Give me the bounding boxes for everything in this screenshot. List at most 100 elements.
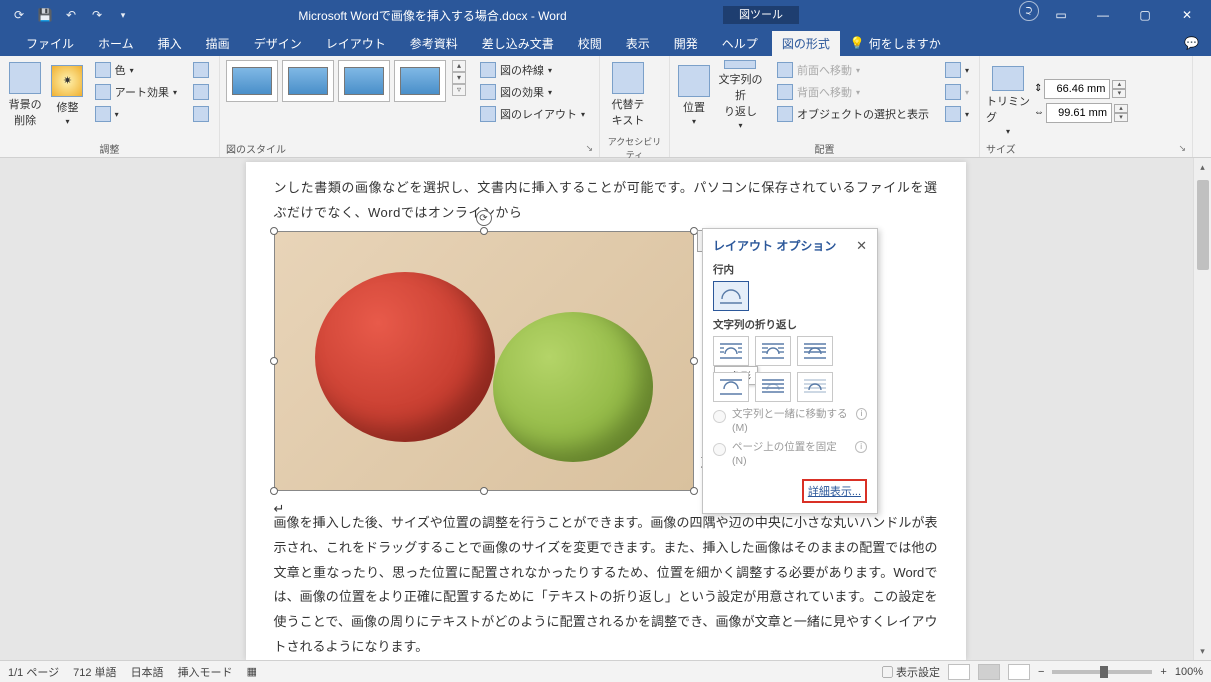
picture-border-button[interactable]: 図の枠線▾ <box>476 60 589 80</box>
read-mode-button[interactable] <box>948 664 970 680</box>
wrap-option-through[interactable] <box>797 336 833 366</box>
artistic-effects-button[interactable]: アート効果▾ <box>91 82 181 102</box>
width-field[interactable] <box>1046 103 1112 123</box>
width-up[interactable]: ▴ <box>1114 104 1128 113</box>
zoom-out-button[interactable]: − <box>1038 666 1044 678</box>
language-indicator[interactable]: 日本語 <box>131 664 164 680</box>
inserted-image[interactable]: ⟳ <box>274 231 694 491</box>
style-thumb[interactable] <box>338 60 390 102</box>
info-icon[interactable]: i <box>856 408 867 420</box>
reset-picture-button[interactable] <box>189 104 213 124</box>
resize-handle-nw[interactable] <box>270 227 278 235</box>
resize-handle-w[interactable] <box>270 357 278 365</box>
tab-file[interactable]: ファイル <box>16 31 84 56</box>
tab-insert[interactable]: 挿入 <box>148 31 192 56</box>
tab-help[interactable]: ヘルプ <box>712 31 768 56</box>
wrap-text-button[interactable]: 文字列の折 り返し▾ <box>716 60 765 130</box>
height-down[interactable]: ▾ <box>1112 89 1126 98</box>
tab-review[interactable]: 校閲 <box>568 31 612 56</box>
zoom-level[interactable]: 100% <box>1175 666 1203 678</box>
resize-handle-n[interactable] <box>480 227 488 235</box>
tab-references[interactable]: 参考資料 <box>400 31 468 56</box>
display-settings[interactable]: ▢ 表示設定 <box>882 664 940 680</box>
height-field[interactable] <box>1044 79 1110 99</box>
transparency-button[interactable]: ▾ <box>91 104 181 124</box>
zoom-slider[interactable] <box>1052 670 1152 674</box>
style-thumb[interactable] <box>282 60 334 102</box>
resize-handle-s[interactable] <box>480 487 488 495</box>
tab-developer[interactable]: 開発 <box>664 31 708 56</box>
send-backward-button[interactable]: 背面へ移動▾ <box>773 82 933 102</box>
ribbon-display-icon[interactable]: ▭ <box>1041 1 1081 29</box>
tab-layout[interactable]: レイアウト <box>316 31 396 56</box>
rotate-button[interactable]: ▾ <box>941 104 973 124</box>
alt-text-button[interactable]: 代替テ キスト <box>606 60 650 130</box>
wrap-option-front[interactable] <box>797 372 833 402</box>
wrap-option-tight[interactable] <box>755 336 791 366</box>
remove-background-button[interactable]: 背景の 削除 <box>6 60 44 130</box>
align-button[interactable]: ▾ <box>941 60 973 80</box>
height-up[interactable]: ▴ <box>1112 80 1126 89</box>
bring-forward-button[interactable]: 前面へ移動▾ <box>773 60 933 80</box>
account-icon[interactable]: ੨ <box>1019 1 1039 21</box>
style-thumb[interactable] <box>394 60 446 102</box>
qat-more-icon[interactable]: ▾ <box>112 4 134 26</box>
tab-picture-format[interactable]: 図の形式 <box>772 31 840 56</box>
tab-draw[interactable]: 描画 <box>196 31 240 56</box>
group-button[interactable]: ▾ <box>941 82 973 102</box>
wrap-option-square[interactable]: 四角形 <box>713 336 749 366</box>
width-down[interactable]: ▾ <box>1114 113 1128 122</box>
tab-view[interactable]: 表示 <box>616 31 660 56</box>
save-icon[interactable]: 💾 <box>34 4 56 26</box>
tab-home[interactable]: ホーム <box>88 31 144 56</box>
resize-handle-sw[interactable] <box>270 487 278 495</box>
tab-mailings[interactable]: 差し込み文書 <box>472 31 564 56</box>
dialog-launcher-icon[interactable]: ↘ <box>585 143 593 154</box>
rotate-handle[interactable]: ⟳ <box>476 210 492 226</box>
print-layout-button[interactable] <box>978 664 1000 680</box>
insert-mode[interactable]: 挿入モード <box>178 664 233 680</box>
width-input[interactable]: ⇔ ▴▾ <box>1034 103 1128 123</box>
radio-move-with-text[interactable]: 文字列と一緒に移動する(M) i <box>713 408 867 435</box>
tab-design[interactable]: デザイン <box>244 31 312 56</box>
picture-styles-gallery[interactable] <box>226 60 446 102</box>
gallery-scroll[interactable]: ▴▾▿ <box>452 60 466 96</box>
change-picture-button[interactable] <box>189 82 213 102</box>
resize-handle-e[interactable] <box>690 357 698 365</box>
resize-handle-se[interactable] <box>690 487 698 495</box>
web-layout-button[interactable] <box>1008 664 1030 680</box>
share-icon[interactable]: 💬 <box>1184 36 1199 50</box>
vertical-scrollbar[interactable]: ▴ ▾ <box>1193 158 1211 660</box>
color-button[interactable]: 色▾ <box>91 60 181 80</box>
scroll-down-icon[interactable]: ▾ <box>1194 642 1211 660</box>
wrap-option-topbottom[interactable] <box>713 372 749 402</box>
close-icon[interactable]: ✕ <box>856 238 867 254</box>
crop-button[interactable]: トリミング▾ <box>986 66 1030 136</box>
wrap-option-behind[interactable] <box>755 372 791 402</box>
selection-pane-button[interactable]: オブジェクトの選択と表示 <box>773 104 933 124</box>
picture-effects-button[interactable]: 図の効果▾ <box>476 82 589 102</box>
position-button[interactable]: 位置▾ <box>676 60 712 130</box>
info-icon[interactable]: i <box>855 441 867 453</box>
minimize-icon[interactable]: — <box>1083 1 1123 29</box>
height-input[interactable]: ⇕ ▴▾ <box>1034 79 1128 99</box>
redo-icon[interactable]: ↷ <box>86 4 108 26</box>
tell-me[interactable]: 💡何をしますか <box>850 35 941 52</box>
word-count[interactable]: 712 単語 <box>73 664 116 680</box>
scroll-thumb[interactable] <box>1197 180 1209 270</box>
undo-icon[interactable]: ↶ <box>60 4 82 26</box>
maximize-icon[interactable]: ▢ <box>1125 1 1165 29</box>
dialog-launcher-icon[interactable]: ↘ <box>1178 143 1186 154</box>
zoom-in-button[interactable]: + <box>1160 666 1166 678</box>
compress-button[interactable] <box>189 60 213 80</box>
picture-layout-button[interactable]: 図のレイアウト▾ <box>476 104 589 124</box>
corrections-button[interactable]: ✷修整▾ <box>48 60 86 130</box>
radio-fix-on-page[interactable]: ページ上の位置を固定(N) i <box>713 441 867 468</box>
close-icon[interactable]: ✕ <box>1167 1 1207 29</box>
see-more-link[interactable]: 詳細表示... <box>808 486 861 498</box>
scroll-up-icon[interactable]: ▴ <box>1194 158 1211 176</box>
macro-icon[interactable]: ▦ <box>247 665 257 678</box>
page-indicator[interactable]: 1/1 ページ <box>8 664 59 680</box>
style-thumb[interactable] <box>226 60 278 102</box>
wrap-option-inline[interactable] <box>713 281 749 311</box>
